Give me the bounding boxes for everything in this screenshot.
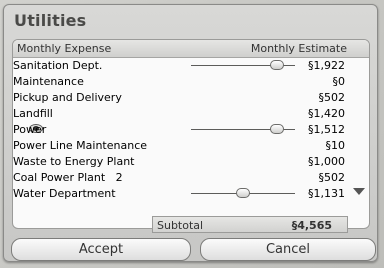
- triangle-down-icon[interactable]: [353, 188, 365, 195]
- row-value: §1,131: [308, 187, 345, 200]
- subtotal-value: §4,565: [291, 219, 332, 232]
- row-sanitation-dept[interactable]: Sanitation Dept. §1,922: [13, 57, 369, 73]
- row-value: §502: [318, 91, 346, 104]
- row-water-department[interactable]: Water Department §1,131: [13, 185, 369, 201]
- expense-table: Monthly Expense Monthly Estimate Sanitat…: [12, 39, 370, 229]
- column-header-estimate: Monthly Estimate: [250, 42, 347, 55]
- row-value: §1,420: [308, 107, 345, 120]
- row-label: Power: [13, 123, 47, 136]
- subtotal-label: Subtotal: [157, 219, 204, 232]
- row-waste-to-energy-plant: Waste to Energy Plant §1,000: [13, 153, 369, 169]
- row-value: §1,000: [308, 155, 345, 168]
- row-label: Maintenance: [13, 75, 84, 88]
- funding-slider-knob[interactable]: [236, 188, 250, 198]
- row-pickup-and-delivery: Pickup and Delivery §502: [13, 89, 369, 105]
- cancel-button[interactable]: Cancel: [200, 238, 376, 261]
- row-label: Landfill: [13, 107, 53, 120]
- row-power-line-maintenance: Power Line Maintenance §10: [13, 137, 369, 153]
- funding-slider-knob[interactable]: [270, 124, 285, 134]
- row-maintenance: Maintenance §0: [13, 73, 369, 89]
- funding-slider-knob[interactable]: [270, 60, 285, 70]
- accept-button[interactable]: Accept: [11, 238, 191, 261]
- row-label: Power Line Maintenance: [13, 139, 148, 152]
- panel-title: Utilities: [14, 11, 87, 30]
- row-value: §0: [332, 75, 346, 88]
- table-header: Monthly Expense Monthly Estimate: [13, 40, 369, 58]
- row-power[interactable]: Power §1,512: [13, 121, 369, 137]
- row-coal-power-plant: Coal Power Plant 2 §502: [13, 169, 369, 185]
- row-value: §1,512: [308, 123, 345, 136]
- row-label: Coal Power Plant 2: [13, 171, 123, 184]
- utilities-panel: Utilities Monthly Expense Monthly Estima…: [3, 4, 378, 262]
- row-label: Waste to Energy Plant: [13, 155, 135, 168]
- row-label: Pickup and Delivery: [13, 91, 122, 104]
- row-landfill: Landfill §1,420: [13, 105, 369, 121]
- row-value: §1,922: [308, 59, 345, 72]
- row-value: §502: [318, 171, 346, 184]
- row-label: Sanitation Dept.: [13, 59, 103, 72]
- column-header-expense: Monthly Expense: [17, 42, 112, 55]
- row-value: §10: [325, 139, 346, 152]
- subtotal-row: Subtotal §4,565: [152, 216, 348, 233]
- row-label: Water Department: [13, 187, 116, 200]
